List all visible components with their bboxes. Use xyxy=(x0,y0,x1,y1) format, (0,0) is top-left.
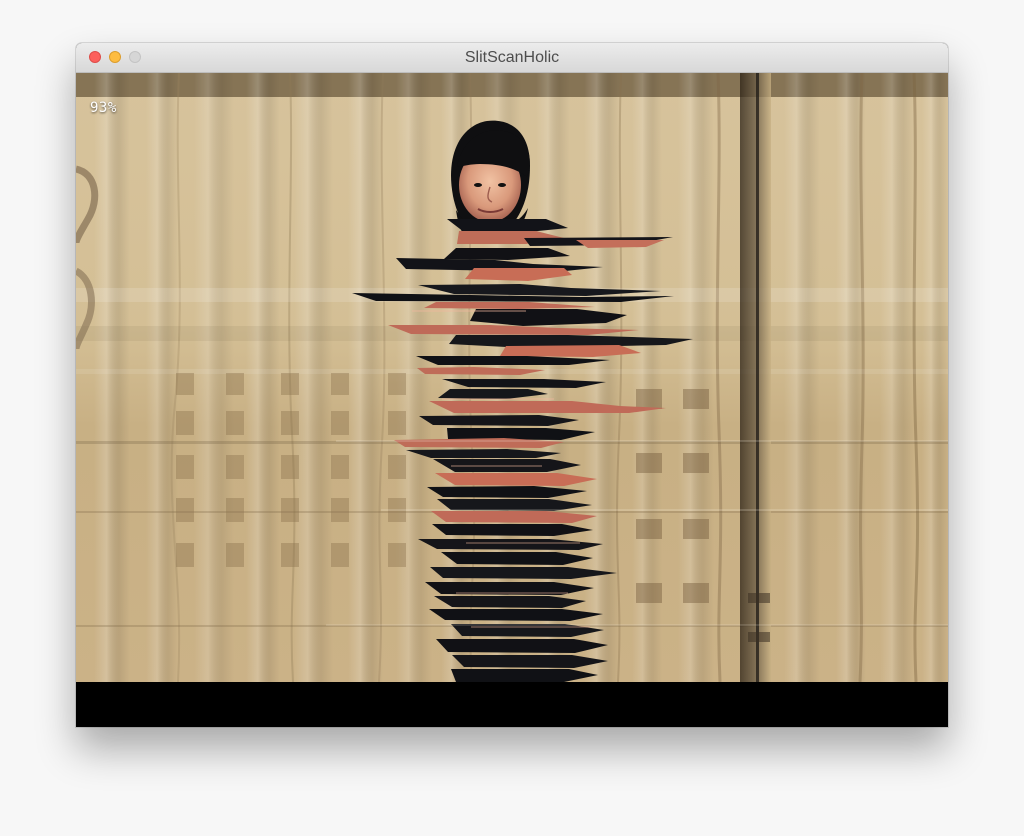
slit-scan-video-view: 93% xyxy=(76,73,948,682)
title-bar[interactable]: SlitScanHolic xyxy=(76,43,948,73)
video-letterbox-bar xyxy=(76,682,948,727)
vertical-pole xyxy=(740,73,771,682)
app-window: SlitScanHolic 93% xyxy=(76,43,948,727)
slit-scan-frame xyxy=(76,73,948,682)
window-title: SlitScanHolic xyxy=(464,49,560,66)
desktop-background: SlitScanHolic 93% xyxy=(0,0,1024,836)
progress-percent-label: 93% xyxy=(90,100,117,116)
